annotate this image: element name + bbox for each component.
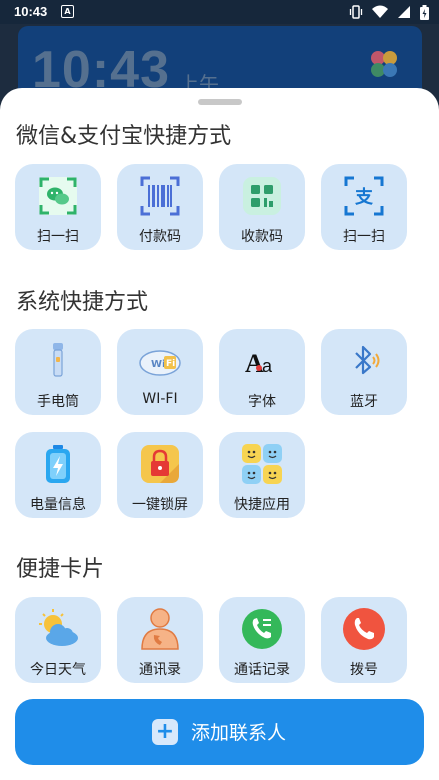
lock-screen-icon [141, 445, 179, 483]
quick-apps-icon [242, 444, 282, 484]
tile-label: 蓝牙 [350, 394, 378, 410]
status-time: 10:43 [14, 4, 48, 19]
tile-alipay-scan[interactable]: 支 扫一扫 [321, 164, 407, 250]
flashlight-icon [53, 343, 63, 377]
tile-label: 拨号 [350, 662, 378, 678]
section-title-cards: 便捷卡片 [16, 557, 105, 582]
tile-receive-code[interactable]: 收款码 [219, 164, 305, 250]
tile-font[interactable]: A a 字体 [219, 329, 305, 415]
battery-icon [420, 4, 429, 20]
signal-icon [398, 6, 410, 18]
tile-lock-screen[interactable]: 一键锁屏 [117, 432, 203, 518]
wechat-scan-icon [39, 177, 77, 215]
tile-label: 扫一扫 [37, 229, 79, 245]
tile-contacts[interactable]: 通讯录 [117, 597, 203, 683]
tile-label: 通讯录 [139, 662, 181, 678]
tile-label: 电量信息 [30, 497, 86, 513]
tile-flashlight[interactable]: 手电筒 [15, 329, 101, 415]
section-title-system: 系统快捷方式 [16, 290, 149, 315]
tile-bluetooth[interactable]: 蓝牙 [321, 329, 407, 415]
battery-info-icon [46, 445, 70, 483]
tile-label: 快捷应用 [234, 497, 290, 513]
call-log-icon [242, 609, 282, 649]
tile-label: 手电筒 [37, 394, 79, 410]
section-title-payment: 微信&支付宝快捷方式 [16, 124, 232, 149]
tile-label: 今日天气 [30, 662, 86, 678]
barcode-icon [140, 176, 180, 216]
add-contact-label: 添加联系人 [191, 722, 287, 744]
add-contact-button[interactable]: + 添加联系人 [15, 699, 424, 765]
font-icon: A a [245, 349, 273, 378]
tile-label: 收款码 [241, 229, 283, 245]
tile-label: WI-FI [142, 391, 178, 407]
drag-handle[interactable] [198, 99, 242, 105]
svg-text:Wi: Wi [151, 359, 165, 370]
tile-wifi[interactable]: Wi Fi WI-FI [117, 329, 203, 415]
tile-label: 字体 [248, 394, 276, 410]
svg-text:a: a [262, 356, 273, 376]
qr-receive-icon [243, 177, 281, 215]
app-logo-icon [371, 51, 397, 77]
tile-wechat-scan[interactable]: 扫一扫 [15, 164, 101, 250]
tile-label: 一键锁屏 [132, 497, 188, 513]
tile-label: 付款码 [139, 229, 181, 245]
status-icons [349, 4, 429, 20]
plus-icon: + [152, 719, 178, 745]
tile-label: 通话记录 [234, 662, 290, 678]
tile-battery-info[interactable]: 电量信息 [15, 432, 101, 518]
svg-text:Fi: Fi [166, 359, 175, 369]
contacts-icon [141, 608, 179, 650]
tile-quick-apps[interactable]: 快捷应用 [219, 432, 305, 518]
wifi-icon [372, 5, 388, 18]
weather-icon [39, 609, 78, 646]
status-bar: 10:43 A [0, 0, 439, 24]
tile-call-log[interactable]: 通话记录 [219, 597, 305, 683]
dial-icon [343, 608, 385, 650]
tile-label: 扫一扫 [343, 229, 385, 245]
svg-text:支: 支 [354, 186, 374, 208]
notification-a-icon: A [61, 5, 74, 18]
tile-dial[interactable]: 拨号 [321, 597, 407, 683]
wifi-cloud-icon: Wi Fi [139, 350, 181, 376]
vibrate-icon [349, 5, 363, 19]
shortcuts-sheet: 微信&支付宝快捷方式 扫一扫 付款码 收款码 支 扫一扫 系统快捷方式 手电筒 … [0, 88, 439, 780]
tile-weather[interactable]: 今日天气 [15, 597, 101, 683]
bluetooth-icon [355, 345, 380, 375]
alipay-scan-icon: 支 [344, 176, 384, 216]
tile-payment-code[interactable]: 付款码 [117, 164, 203, 250]
